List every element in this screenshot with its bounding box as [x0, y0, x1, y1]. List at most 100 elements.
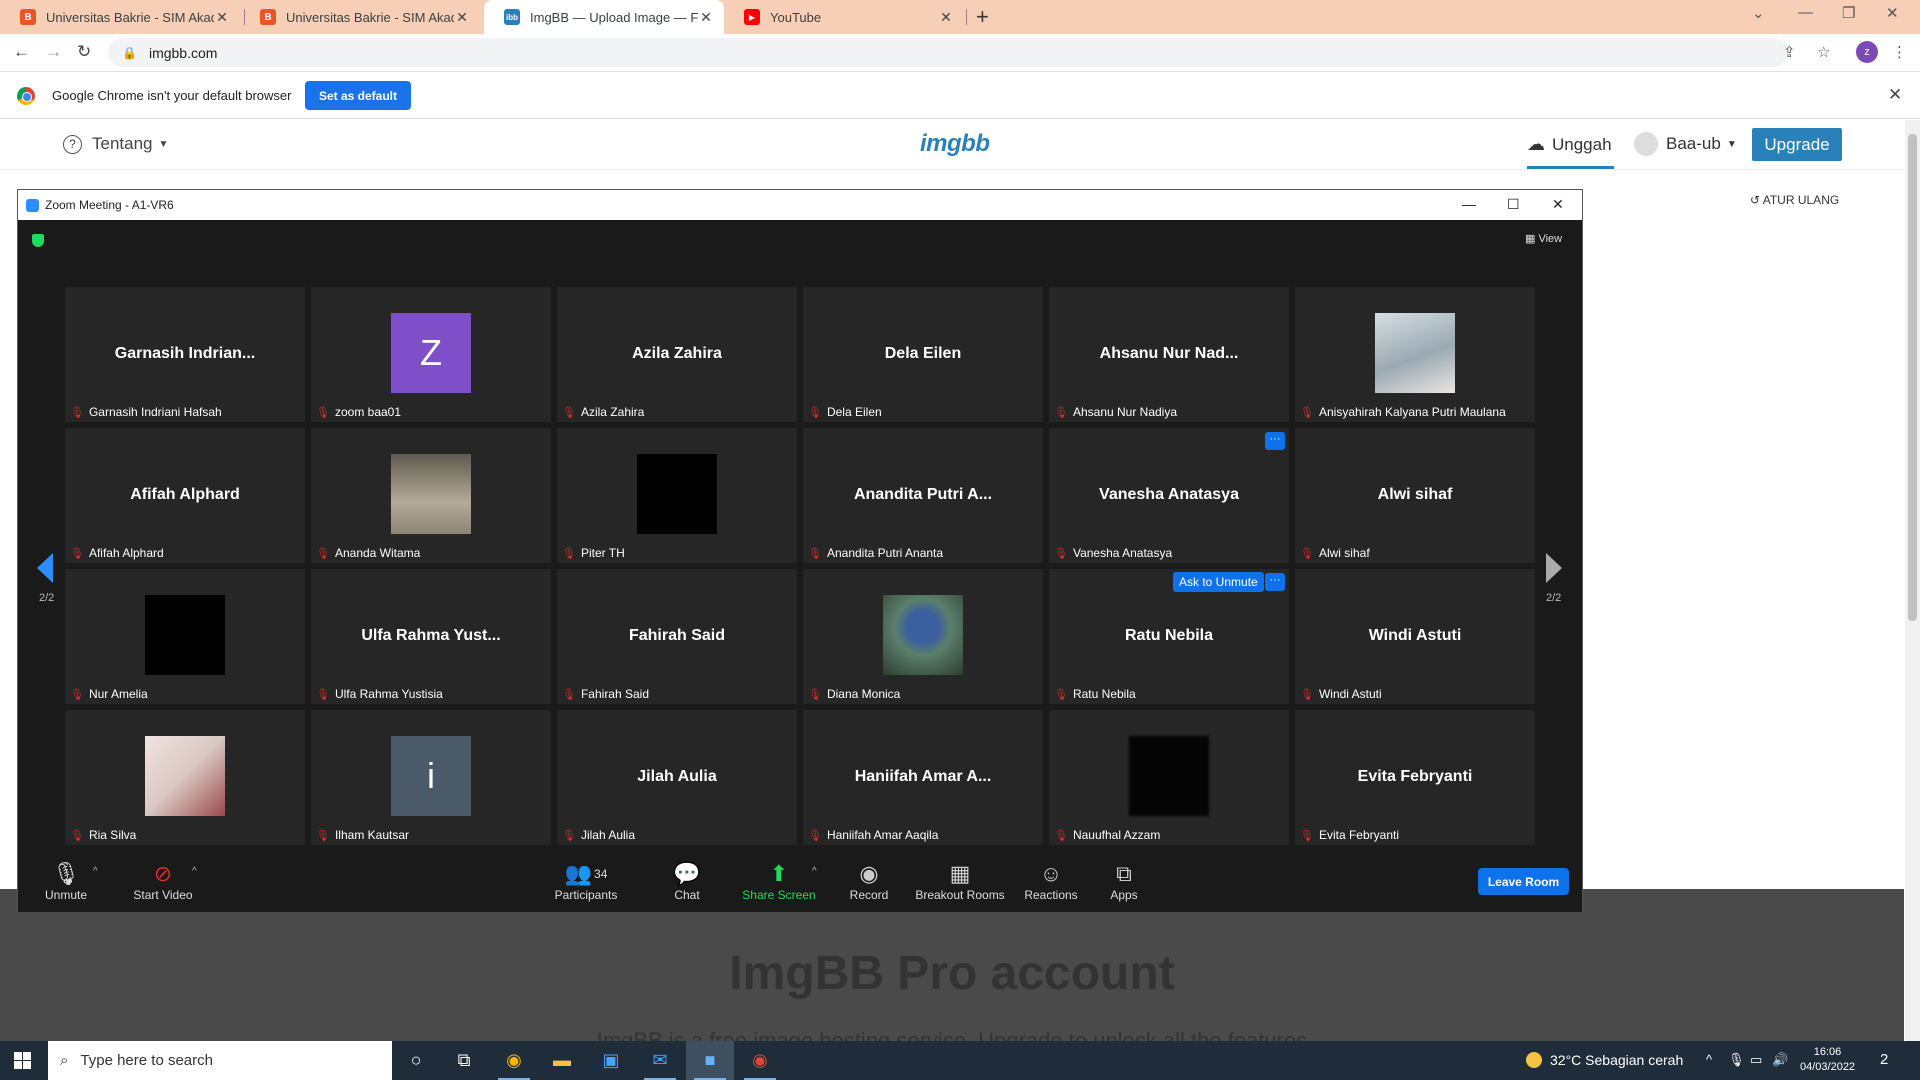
participant-tile[interactable]: Anandita Putri A... 🎙 Anandita Putri Anan…: [803, 428, 1043, 563]
previous-page-arrow-icon[interactable]: [37, 553, 53, 583]
forward-arrow-icon[interactable]: →: [45, 42, 62, 62]
network-icon[interactable]: ▭: [1750, 1052, 1762, 1068]
chrome-profile-taskbar-icon[interactable]: ◉: [736, 1041, 784, 1080]
participant-name: Anandita Putri Ananta: [826, 546, 944, 560]
more-options-button[interactable]: ···: [1265, 432, 1285, 450]
about-menu[interactable]: ? Tentang ▼: [63, 134, 168, 154]
page-scrollbar[interactable]: [1905, 120, 1920, 1041]
profile-avatar[interactable]: z: [1856, 41, 1878, 63]
participant-tile[interactable]: Ask to Unmute ··· Ratu Nebila 🎙 Ratu Nebi…: [1049, 569, 1289, 704]
more-options-button[interactable]: ···: [1265, 573, 1285, 591]
back-arrow-icon[interactable]: ←: [13, 42, 30, 62]
user-menu[interactable]: Baa-ub ▼: [1634, 132, 1737, 156]
tab-sim-akademik-2[interactable]: B Universitas Bakrie - SIM Akadem ✕: [240, 0, 480, 34]
close-icon[interactable]: ✕: [698, 9, 714, 26]
weather-widget[interactable]: 32°C Sebagian cerah: [1526, 1052, 1683, 1068]
windows-start-icon[interactable]: [14, 1052, 31, 1069]
scrollbar-thumb[interactable]: [1908, 134, 1917, 621]
set-as-default-button[interactable]: Set as default: [305, 81, 411, 110]
participant-tile[interactable]: Garnasih Indrian... 🎙 Garnasih Indriani H…: [65, 287, 305, 422]
zoom-close-icon[interactable]: ✕: [1552, 196, 1564, 213]
breakout-rooms-button[interactable]: ▦ Breakout Rooms: [907, 860, 1013, 902]
chat-label: Chat: [674, 888, 700, 902]
share-icon[interactable]: ⇪: [1783, 43, 1796, 61]
participant-tile[interactable]: Haniifah Amar A... 🎙 Haniifah Amar Aaqila: [803, 710, 1043, 845]
participant-tile[interactable]: ··· Vanesha Anatasya 🎙 Vanesha Anatasya: [1049, 428, 1289, 563]
participant-display-name: Ratu Nebila: [1124, 627, 1213, 644]
close-icon[interactable]: ✕: [454, 9, 470, 26]
bookmark-star-icon[interactable]: ☆: [1817, 43, 1830, 61]
zoom-taskbar-icon[interactable]: ■: [686, 1041, 734, 1080]
zoom-minimize-icon[interactable]: —: [1462, 196, 1476, 212]
video-options-caret-icon[interactable]: ^: [192, 866, 197, 877]
tab-sim-akademik-1[interactable]: B Universitas Bakrie - SIM Akadem ✕: [0, 0, 240, 34]
tab-youtube[interactable]: ▶ YouTube ✕: [724, 0, 964, 34]
menu-kebab-icon[interactable]: ⋮: [1892, 43, 1907, 61]
participant-tile[interactable]: Evita Febryanti 🎙 Evita Febryanti: [1295, 710, 1535, 845]
participant-tile[interactable]: 🎙 Piter TH: [557, 428, 797, 563]
close-window-icon[interactable]: ✕: [1886, 4, 1899, 22]
file-explorer-icon[interactable]: ▬: [538, 1041, 586, 1080]
close-icon[interactable]: ✕: [214, 9, 230, 26]
notifications-icon[interactable]: 2: [1880, 1051, 1888, 1068]
tab-divider: [966, 9, 967, 25]
chat-button[interactable]: 💬 Chat: [652, 860, 722, 902]
clock[interactable]: 16:06 04/03/2022: [1800, 1045, 1855, 1075]
security-shield-icon[interactable]: [32, 234, 44, 247]
reset-link[interactable]: ↺ ATUR ULANG: [1750, 193, 1839, 207]
record-button[interactable]: ◉ Record: [836, 860, 902, 902]
participant-tile[interactable]: Ulfa Rahma Yust... 🎙 Ulfa Rahma Yustisia: [311, 569, 551, 704]
reload-icon[interactable]: ↻: [77, 42, 91, 62]
restore-icon[interactable]: ❐: [1842, 4, 1855, 22]
participant-tile[interactable]: 🎙 Nauufhal Azzam: [1049, 710, 1289, 845]
participants-button[interactable]: 👥 34 Participants: [536, 860, 636, 902]
imgbb-logo[interactable]: imgbb: [920, 130, 990, 158]
next-page-arrow-icon[interactable]: [1546, 553, 1562, 583]
participant-tile[interactable]: 🎙 Diana Monica: [803, 569, 1043, 704]
chrome-taskbar-icon[interactable]: ◉: [490, 1041, 538, 1080]
share-options-caret-icon[interactable]: ^: [812, 866, 817, 877]
apps-button[interactable]: ⧉ Apps: [1094, 860, 1154, 902]
leave-room-button[interactable]: Leave Room: [1478, 868, 1569, 895]
mail-icon[interactable]: ✉: [636, 1041, 684, 1080]
participant-tile[interactable]: 🎙 Anisyahirah Kalyana Putri Maulana: [1295, 287, 1535, 422]
upload-link[interactable]: ☁ Unggah: [1527, 134, 1612, 155]
new-tab-plus-icon[interactable]: +: [976, 4, 989, 30]
audio-options-caret-icon[interactable]: ^: [93, 866, 98, 877]
microphone-tray-icon[interactable]: 🎙: [1728, 1052, 1745, 1068]
microsoft-store-icon[interactable]: ▣: [587, 1041, 635, 1080]
participant-tile[interactable]: Ahsanu Nur Nad... 🎙 Ahsanu Nur Nadiya: [1049, 287, 1289, 422]
address-bar[interactable]: 🔒 imgbb.com: [108, 38, 1788, 67]
volume-icon[interactable]: 🔊: [1772, 1052, 1788, 1068]
participant-tile[interactable]: 🎙 Ananda Witama: [311, 428, 551, 563]
participant-tile[interactable]: Alwi sihaf 🎙 Alwi sihaf: [1295, 428, 1535, 563]
zoom-maximize-icon[interactable]: ☐: [1507, 196, 1520, 213]
participant-tile[interactable]: 🎙 Nur Amelia: [65, 569, 305, 704]
show-hidden-icons-chevron-icon[interactable]: ^: [1706, 1052, 1712, 1067]
minimize-icon[interactable]: —: [1798, 4, 1813, 21]
view-button[interactable]: ▦ View: [1525, 232, 1562, 245]
reactions-button[interactable]: ☺ Reactions: [1014, 860, 1088, 902]
participant-tile[interactable]: 🎙 Ria Silva: [65, 710, 305, 845]
infobar-close-icon[interactable]: ✕: [1888, 85, 1902, 105]
task-view-icon[interactable]: ⧉: [440, 1041, 488, 1080]
search-placeholder: Type here to search: [80, 1052, 213, 1069]
cortana-icon[interactable]: ○: [392, 1041, 440, 1080]
upgrade-button[interactable]: Upgrade: [1752, 128, 1842, 161]
muted-mic-icon: 🎙: [316, 688, 330, 701]
participant-tile[interactable]: Z 🎙 zoom baa01: [311, 287, 551, 422]
participant-tile[interactable]: Windi Astuti 🎙 Windi Astuti: [1295, 569, 1535, 704]
participant-tile[interactable]: Jilah Aulia 🎙 Jilah Aulia: [557, 710, 797, 845]
participant-tile[interactable]: Fahirah Said 🎙 Fahirah Said: [557, 569, 797, 704]
participant-name: Piter TH: [580, 546, 625, 560]
tab-search-chevron-icon[interactable]: ⌄: [1752, 4, 1765, 22]
participant-tile[interactable]: Dela Eilen 🎙 Dela Eilen: [803, 287, 1043, 422]
unmute-button[interactable]: 🎙 Unmute: [36, 860, 96, 902]
tab-imgbb[interactable]: ibb ImgBB — Upload Image — Free ✕: [484, 0, 724, 34]
participant-tile[interactable]: i 🎙 Ilham Kautsar: [311, 710, 551, 845]
close-icon[interactable]: ✕: [938, 9, 954, 26]
ask-to-unmute-button[interactable]: Ask to Unmute: [1173, 572, 1264, 592]
participant-tile[interactable]: Azila Zahira 🎙 Azila Zahira: [557, 287, 797, 422]
taskbar-search-box[interactable]: ⌕ Type here to search: [48, 1041, 392, 1080]
participant-tile[interactable]: Afifah Alphard 🎙 Afifah Alphard: [65, 428, 305, 563]
